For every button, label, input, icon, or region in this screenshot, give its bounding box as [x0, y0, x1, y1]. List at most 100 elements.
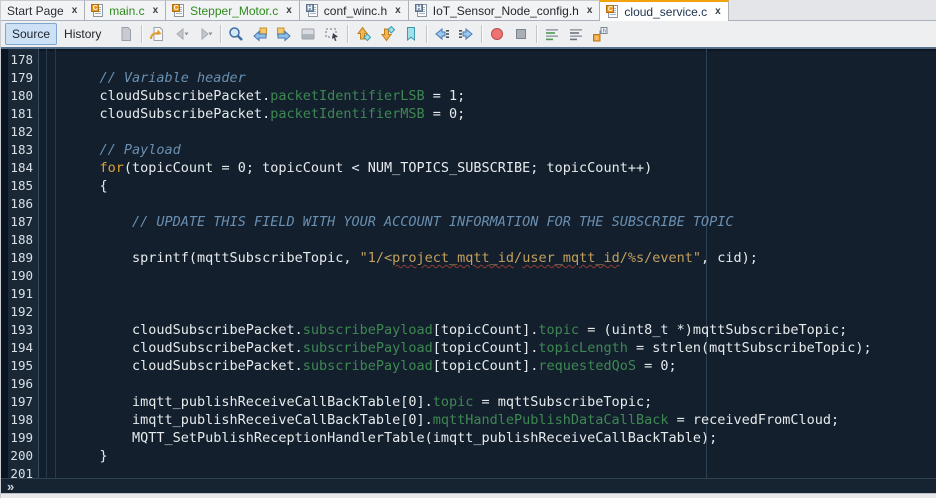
tab-cloud-service-c[interactable]: Ccloud_service.c x [600, 0, 729, 21]
tab-close-icon[interactable]: x [395, 5, 401, 16]
start-macro-recording-button[interactable] [485, 23, 509, 45]
code-text[interactable] [67, 285, 936, 303]
last-edited-document-button[interactable] [114, 23, 138, 45]
shift-line-right-icon [459, 27, 474, 41]
code-line: 185 { [1, 177, 936, 195]
code-line: 197 imqtt_publishReceiveCallBackTable[0]… [1, 393, 936, 411]
uncomment-lines-button[interactable] [564, 23, 588, 45]
code-text[interactable]: // Variable header [67, 69, 936, 87]
code-text[interactable]: // UPDATE THIS FIELD WITH YOUR ACCOUNT I… [67, 213, 936, 231]
rectangular-selection-button[interactable] [320, 23, 344, 45]
line-number[interactable]: 198 [1, 411, 38, 429]
shift-line-right-button[interactable] [454, 23, 478, 45]
back-button[interactable] [169, 23, 193, 45]
code-text[interactable]: for(topicCount = 0; topicCount < NUM_TOP… [67, 159, 936, 177]
find-selection-button[interactable] [224, 23, 248, 45]
toolbar-group-separator [347, 25, 349, 43]
code-text[interactable]: imqtt_publishReceiveCallBackTable[0].top… [67, 393, 936, 411]
code-line: 188 [1, 231, 936, 249]
code-text[interactable]: sprintf(mqttSubscribeTopic, "1/<project_… [67, 249, 936, 267]
code-line: 201 [1, 465, 936, 478]
line-number[interactable]: 195 [1, 357, 38, 375]
line-number[interactable]: 197 [1, 393, 38, 411]
code-text[interactable] [67, 375, 936, 393]
code-text[interactable] [67, 465, 936, 478]
line-number[interactable]: 179 [1, 69, 38, 87]
find-previous-button[interactable] [248, 23, 272, 45]
toggle-bookmark-button[interactable] [399, 23, 423, 45]
code-text[interactable]: imqtt_publishReceiveCallBackTable[0].mqt… [67, 411, 936, 429]
code-text[interactable] [67, 231, 936, 249]
stop-macro-recording-button[interactable] [509, 23, 533, 45]
source-view-button[interactable]: Source [5, 23, 58, 45]
next-bookmark-button[interactable] [375, 23, 399, 45]
code-text[interactable]: } [67, 447, 936, 465]
code-text[interactable] [67, 267, 936, 285]
code-text[interactable]: MQTT_SetPublishReceptionHandlerTable(imq… [67, 429, 936, 447]
history-view-button[interactable]: History [57, 23, 108, 45]
line-number[interactable]: 193 [1, 321, 38, 339]
line-number[interactable]: 191 [1, 285, 38, 303]
code-text[interactable]: cloudSubscribePacket.subscribePayload[to… [67, 357, 936, 375]
line-number[interactable]: 194 [1, 339, 38, 357]
code-text[interactable]: // Payload [67, 141, 936, 159]
tab-start-page[interactable]: Start Page x [1, 0, 86, 20]
line-number[interactable]: 182 [1, 123, 38, 141]
line-number[interactable]: 188 [1, 231, 38, 249]
breadcrumb-expand-icon[interactable]: » [7, 480, 14, 493]
previous-bookmark-button[interactable] [351, 23, 375, 45]
line-number[interactable]: 181 [1, 105, 38, 123]
toggle-header-source-button[interactable]: hc [588, 23, 612, 45]
toolbar-group-separator [141, 25, 143, 43]
tab-conf-winc-h[interactable]: Hconf_winc.h x [299, 0, 409, 20]
code-editor[interactable]: 178 179 // Variable header 180 cloudSubscr… [1, 49, 936, 478]
find-next-button[interactable] [272, 23, 296, 45]
line-number[interactable]: 201 [1, 465, 38, 478]
code-text[interactable]: cloudSubscribePacket.packetIdentifierLSB… [67, 87, 936, 105]
line-number[interactable]: 184 [1, 159, 38, 177]
code-text[interactable] [67, 195, 936, 213]
jump-to-last-edit-button[interactable] [145, 23, 169, 45]
tab-label: conf_winc.h [323, 3, 388, 18]
code-text[interactable]: cloudSubscribePacket.subscribePayload[to… [67, 321, 936, 339]
toggle-highlight-search-button[interactable] [296, 23, 320, 45]
line-number[interactable]: 192 [1, 303, 38, 321]
tab-stepper-motor-c[interactable]: C Stepper_Motor.c x [166, 0, 300, 20]
line-number[interactable]: 183 [1, 141, 38, 159]
code-line: 187 // UPDATE THIS FIELD WITH YOUR ACCOU… [1, 213, 936, 231]
line-number[interactable]: 199 [1, 429, 38, 447]
code-text[interactable] [67, 303, 936, 321]
tab-close-icon[interactable]: x [153, 5, 159, 16]
shift-line-left-button[interactable] [430, 23, 454, 45]
tab-main-c[interactable]: Cmain.c x [85, 0, 167, 20]
tab-iot-sensor-node-config-h[interactable]: H IoT_Sensor_Node_config.h x [408, 0, 601, 20]
line-number[interactable]: 190 [1, 267, 38, 285]
line-number[interactable]: 185 [1, 177, 38, 195]
tab-close-icon[interactable]: x [286, 5, 292, 16]
code-text[interactable]: cloudSubscribePacket.packetIdentifierMSB… [67, 105, 936, 123]
line-number[interactable]: 187 [1, 213, 38, 231]
line-number[interactable]: 180 [1, 87, 38, 105]
toolbar-group-separator [220, 25, 222, 43]
line-number[interactable]: 186 [1, 195, 38, 213]
header-file-icon: H [414, 3, 429, 18]
toolbar-group-separator [481, 25, 483, 43]
comment-lines-button[interactable] [540, 23, 564, 45]
previous-bookmark-icon [357, 26, 372, 42]
code-text[interactable] [67, 123, 936, 141]
tab-close-icon[interactable]: x [715, 6, 721, 17]
line-number[interactable]: 196 [1, 375, 38, 393]
code-line: 198 imqtt_publishReceiveCallBackTable[0]… [1, 411, 936, 429]
code-text[interactable]: cloudSubscribePacket.subscribePayload[to… [67, 339, 936, 357]
forward-button[interactable] [193, 23, 217, 45]
toolbar-group-separator [536, 25, 538, 43]
editor-toolbar: Source History hc [1, 21, 936, 47]
code-text[interactable]: { [67, 177, 936, 195]
line-number[interactable]: 178 [1, 51, 38, 69]
code-text[interactable] [67, 51, 936, 69]
tab-close-icon[interactable]: x [587, 5, 593, 16]
tab-close-icon[interactable]: x [72, 5, 78, 16]
stop-macro-recording-icon [516, 29, 527, 39]
line-number[interactable]: 189 [1, 249, 38, 267]
line-number[interactable]: 200 [1, 447, 38, 465]
